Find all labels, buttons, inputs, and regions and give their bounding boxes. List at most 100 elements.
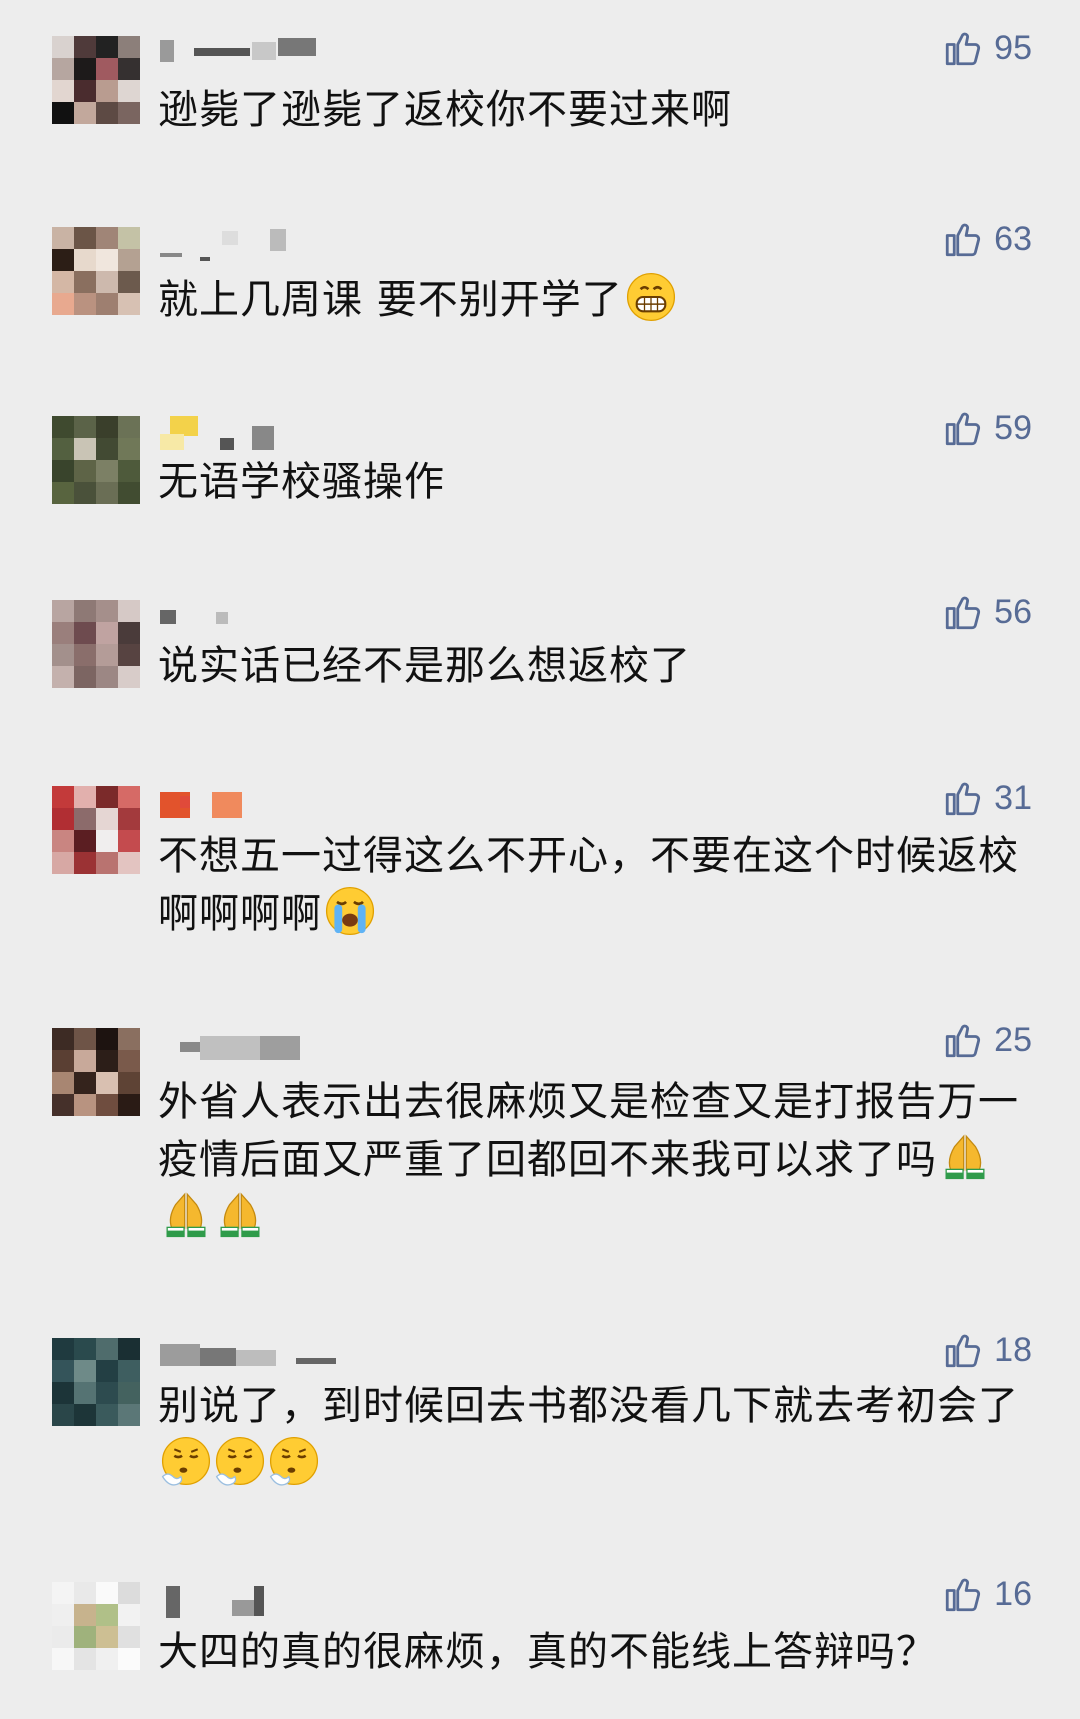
name-pixel	[200, 1348, 236, 1366]
avatar-pixel	[118, 1604, 140, 1626]
avatar-pixel	[52, 227, 74, 249]
face-exhaling-icon	[161, 1436, 211, 1486]
avatar-pixel	[74, 271, 96, 293]
name-pixel	[194, 48, 250, 56]
like-button[interactable]: 25	[942, 1014, 1032, 1066]
avatar[interactable]	[52, 600, 140, 688]
avatar-pixel	[52, 482, 74, 504]
thumbs-up-icon	[946, 596, 981, 630]
user-name-pixelated[interactable]	[160, 1338, 400, 1372]
avatar-pixel	[74, 249, 96, 271]
avatar-pixel	[96, 102, 118, 124]
avatar-pixel	[74, 293, 96, 315]
avatar-pixel	[96, 36, 118, 58]
comment-text: 说实话已经不是那么想返校了	[158, 643, 691, 689]
user-name-pixelated[interactable]	[160, 36, 400, 70]
avatar-pixel	[118, 1028, 140, 1050]
name-pixel	[220, 438, 234, 450]
thumbs-up-icon	[946, 412, 981, 446]
avatar-pixel	[96, 644, 118, 666]
name-pixel	[170, 416, 198, 436]
avatar-pixel	[96, 1050, 118, 1072]
avatar-pixel	[118, 666, 140, 688]
avatar[interactable]	[52, 1028, 140, 1116]
avatar[interactable]	[52, 36, 140, 124]
like-button[interactable]: 63	[942, 213, 1032, 265]
avatar-pixel	[96, 1604, 118, 1626]
avatar-pixel	[118, 438, 140, 460]
loudly-crying-face-icon	[325, 886, 375, 936]
avatar[interactable]	[52, 416, 140, 504]
like-count: 25	[994, 1020, 1032, 1059]
thumbs-up-icon	[946, 223, 981, 257]
avatar-pixel	[118, 271, 140, 293]
user-name-pixelated[interactable]	[160, 227, 400, 261]
avatar-pixel	[52, 460, 74, 482]
like-button[interactable]: 95	[942, 22, 1032, 74]
avatar-pixel	[74, 102, 96, 124]
user-name-pixelated[interactable]	[160, 786, 400, 820]
user-name-pixelated[interactable]	[160, 600, 400, 634]
avatar-pixel	[74, 1028, 96, 1050]
avatar-pixel	[96, 271, 118, 293]
avatar-pixel	[52, 644, 74, 666]
avatar-pixel	[52, 1028, 74, 1050]
avatar-pixel	[118, 293, 140, 315]
like-button[interactable]: 56	[942, 586, 1032, 638]
avatar-pixel	[74, 808, 96, 830]
avatar-pixel	[118, 786, 140, 808]
avatar-pixel	[74, 644, 96, 666]
avatar-pixel	[96, 1648, 118, 1670]
like-count: 95	[994, 28, 1032, 67]
like-count: 63	[994, 219, 1032, 258]
avatar[interactable]	[52, 227, 140, 315]
like-button[interactable]: 31	[942, 772, 1032, 824]
like-button[interactable]: 59	[942, 402, 1032, 454]
avatar-pixel	[74, 438, 96, 460]
emoji-list	[322, 886, 376, 937]
avatar-pixel	[96, 1382, 118, 1404]
like-count: 56	[994, 592, 1032, 631]
avatar-pixel	[74, 460, 96, 482]
avatar-pixel	[52, 1582, 74, 1604]
name-pixel	[236, 1350, 276, 1366]
user-name-pixelated[interactable]	[160, 1582, 400, 1618]
avatar-pixel	[96, 786, 118, 808]
avatar-pixel	[96, 830, 118, 852]
emoji-list	[158, 1436, 320, 1487]
like-button[interactable]: 18	[942, 1324, 1032, 1376]
like-count: 16	[994, 1574, 1032, 1613]
name-pixel	[278, 38, 316, 56]
thumbs-up-icon	[946, 1578, 981, 1612]
user-name-pixelated[interactable]	[160, 1028, 400, 1062]
avatar-pixel	[52, 438, 74, 460]
avatar-pixel	[74, 1582, 96, 1604]
avatar-pixel	[74, 666, 96, 688]
avatar-pixel	[118, 622, 140, 644]
face-exhaling-icon	[269, 1436, 319, 1486]
like-count: 31	[994, 778, 1032, 817]
folded-hands-icon	[220, 1192, 260, 1238]
name-pixel	[216, 612, 228, 624]
thumbs-up-icon	[946, 32, 981, 66]
avatar[interactable]	[52, 1338, 140, 1426]
avatar-pixel	[96, 1338, 118, 1360]
avatar-pixel	[96, 460, 118, 482]
avatar-pixel	[52, 1360, 74, 1382]
avatar-pixel	[118, 416, 140, 438]
user-name-pixelated[interactable]	[160, 416, 400, 450]
name-pixel	[166, 1586, 180, 1618]
name-pixel	[160, 253, 182, 257]
avatar-pixel	[74, 622, 96, 644]
avatar[interactable]	[52, 786, 140, 874]
avatar[interactable]	[52, 1582, 140, 1670]
avatar-pixel	[96, 293, 118, 315]
thumbs-up-icon	[946, 782, 981, 816]
avatar-pixel	[96, 852, 118, 874]
folded-hands-icon	[945, 1134, 985, 1180]
avatar-pixel	[52, 36, 74, 58]
avatar-pixel	[74, 1626, 96, 1648]
comment-text: 不想五一过得这么不开心，不要在这个时候返校啊啊啊啊	[158, 833, 1019, 937]
like-button[interactable]: 16	[942, 1568, 1032, 1620]
like-count: 18	[994, 1330, 1032, 1369]
